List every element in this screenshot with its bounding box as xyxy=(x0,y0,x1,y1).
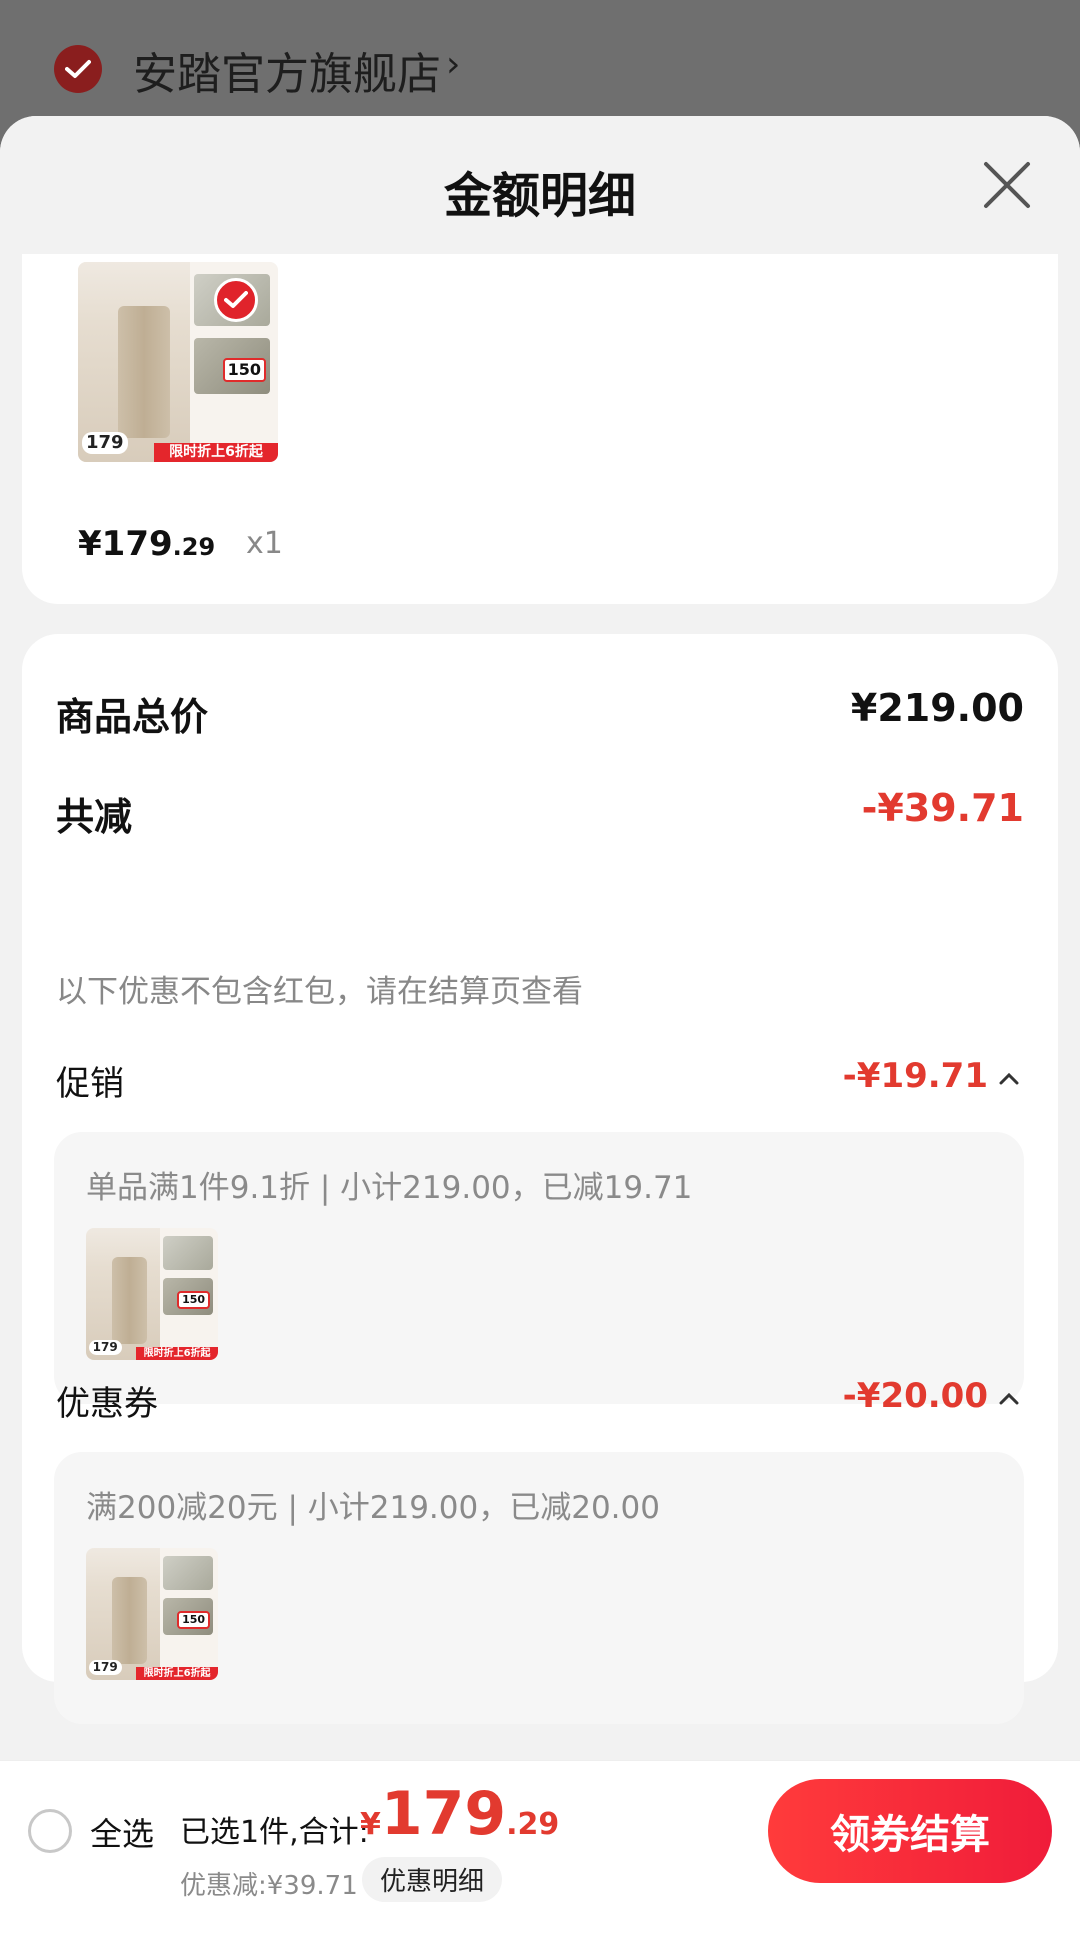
checkout-button[interactable]: 领券结算 xyxy=(768,1779,1052,1883)
close-icon[interactable] xyxy=(978,156,1036,214)
coupon-badge: 150 xyxy=(177,1611,211,1630)
coupon-badge: 150 xyxy=(222,358,266,382)
amount-detail-sheet: 金额明细 150 179 限时折上6折起 ¥179.29 x1 商品总价 ¥21… xyxy=(0,116,1080,1940)
select-all-radio[interactable] xyxy=(28,1809,72,1853)
product-card: 150 179 限时折上6折起 ¥179.29 x1 xyxy=(22,254,1058,604)
total-decimal: .29 xyxy=(506,1807,560,1842)
coupon-label: 优惠券 xyxy=(56,1384,158,1424)
discount-detail-button[interactable]: 优惠明细 xyxy=(362,1857,503,1902)
item-quantity: x1 xyxy=(246,526,283,561)
item-price: ¥179.29 xyxy=(78,524,215,564)
item-price-decimal: .29 xyxy=(172,533,216,561)
total-amount: ¥179.29 xyxy=(360,1779,559,1849)
fabric-swatch xyxy=(162,1555,213,1591)
trousers-image xyxy=(112,1257,147,1345)
coupon-detail-text: 满200减20元 | 小计219.00，已减20.00 xyxy=(86,1490,660,1526)
promotion-label: 促销 xyxy=(56,1064,124,1104)
product-thumbnail[interactable]: 150 179 限时折上6折起 xyxy=(86,1548,218,1680)
item-price-integer: ¥179 xyxy=(78,524,173,564)
chevron-up-icon[interactable] xyxy=(996,1066,1022,1092)
coupon-value[interactable]: -¥20.00 xyxy=(843,1376,988,1416)
total-integer: 179 xyxy=(380,1779,507,1849)
thumb-price-tag: 179 xyxy=(82,432,128,454)
selected-check-icon[interactable] xyxy=(214,278,258,322)
total-reduction-label: 共减 xyxy=(56,795,133,839)
promotion-value[interactable]: -¥19.71 xyxy=(843,1056,988,1096)
select-all-label[interactable]: 全选 xyxy=(90,1809,154,1855)
total-reduction-value: -¥39.71 xyxy=(861,786,1024,830)
sheet-header: 金额明细 xyxy=(0,116,1080,254)
chevron-right-icon[interactable]: › xyxy=(446,44,460,85)
thumb-promo-bar: 限时折上6折起 xyxy=(136,1666,218,1680)
fabric-swatch xyxy=(162,1235,213,1271)
coupon-badge: 150 xyxy=(177,1291,211,1310)
chevron-up-icon[interactable] xyxy=(996,1386,1022,1412)
trousers-image xyxy=(118,306,170,438)
goods-total-value: ¥219.00 xyxy=(850,686,1024,730)
check-icon[interactable] xyxy=(54,45,102,93)
discount-summary: 优惠减:¥39.71 xyxy=(180,1871,358,1901)
thumb-price-tag: 179 xyxy=(88,1660,122,1675)
total-currency: ¥ xyxy=(360,1807,381,1842)
coupon-detail-box: 满200减20元 | 小计219.00，已减20.00 150 179 限时折上… xyxy=(54,1452,1024,1724)
goods-total-label: 商品总价 xyxy=(56,695,209,739)
store-name[interactable]: 安踏官方旗舰店 xyxy=(133,38,441,102)
thumb-promo-bar: 限时折上6折起 xyxy=(136,1346,218,1360)
reduction-note: 以下优惠不包含红包，请在结算页查看 xyxy=(56,974,583,1010)
checkout-bar: 全选 已选1件,合计: ¥179.29 优惠减:¥39.71 优惠明细 领券结算 xyxy=(0,1760,1080,1940)
thumb-price-tag: 179 xyxy=(88,1340,122,1355)
selected-summary: 已选1件,合计: xyxy=(180,1815,369,1850)
promotion-detail-box: 单品满1件9.1折 | 小计219.00，已减19.71 150 179 限时折… xyxy=(54,1132,1024,1404)
promotion-detail-text: 单品满1件9.1折 | 小计219.00，已减19.71 xyxy=(86,1170,693,1206)
sheet-title: 金额明细 xyxy=(443,168,636,224)
product-thumbnail[interactable]: 150 179 限时折上6折起 xyxy=(86,1228,218,1360)
trousers-image xyxy=(112,1577,147,1665)
thumb-promo-bar: 限时折上6折起 xyxy=(154,443,278,462)
price-breakdown-card: 商品总价 ¥219.00 共减 -¥39.71 以下优惠不包含红包，请在结算页查… xyxy=(22,634,1058,1724)
